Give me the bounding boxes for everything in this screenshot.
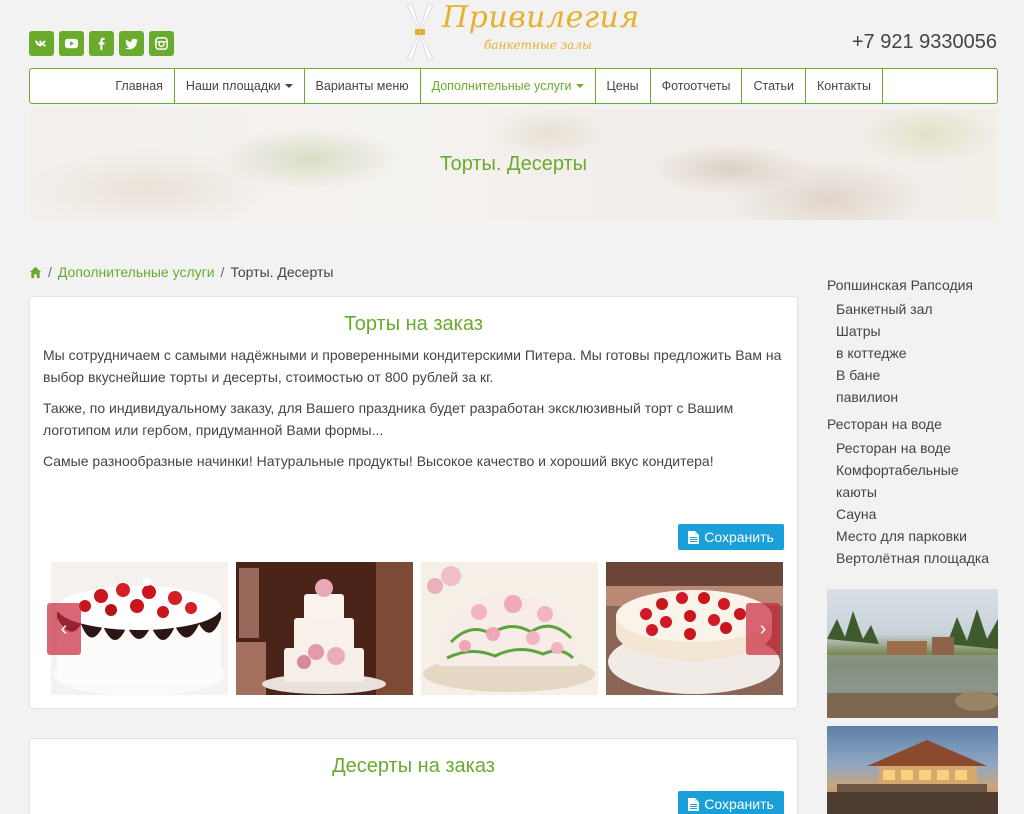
caret-down-icon [575,84,584,88]
sidebar-item[interactable]: в коттедже [827,342,1007,364]
cake-image [421,562,598,695]
document-icon [688,530,700,544]
nav-label: Главная [115,79,163,93]
nav-prices[interactable]: Цены [594,69,650,103]
sidebar-item[interactable]: Сауна [827,503,1007,525]
save-button-label: Сохранить [704,529,774,545]
cake-photo[interactable] [236,562,413,695]
sidebar-item[interactable]: Ресторан на воде [827,437,1007,459]
sidebar-item[interactable]: Место для парковки [827,525,1007,547]
logo-title: Привилегия [442,0,640,35]
nav-venues[interactable]: Наши площадки [173,69,304,103]
nav-label: Варианты меню [315,79,409,93]
gallery-next-button[interactable]: › [746,603,780,655]
twitter-icon[interactable] [119,31,144,56]
nav-label: Наши площадки [185,79,281,93]
nav-articles[interactable]: Статьи [741,69,805,103]
main-nav: Главная Наши площадки Варианты меню Допо… [29,68,998,104]
sidebar-item[interactable]: Комфортабельные каюты [827,459,977,503]
cake-gallery [51,562,785,695]
cake-photo[interactable] [421,562,598,695]
sidebar-group-title[interactable]: Ресторан на воде [827,416,1007,432]
save-button[interactable]: Сохранить [678,791,784,814]
sidebar-item[interactable]: Шатры [827,320,1007,342]
nav-label: Фотоотчеты [661,79,731,93]
panel-title: Торты на заказ [344,313,483,335]
boat-restaurant-image [827,740,998,814]
nav-label: Статьи [753,79,794,93]
breadcrumb-parent-link[interactable]: Дополнительные услуги [58,264,215,280]
breadcrumb-separator: / [220,264,225,280]
cake-image [236,562,413,695]
sidebar-item[interactable]: В бане [827,364,1007,386]
sidebar-venue-photo[interactable] [827,589,998,718]
panel-title: Десерты на заказ [332,755,495,777]
nav-photo-reports[interactable]: Фотоотчеты [649,69,742,103]
phone-number[interactable]: +7 921 9330056 [852,31,997,54]
sidebar-item[interactable]: Вертолётная площадка [827,547,1007,569]
nav-menu-options[interactable]: Варианты меню [303,69,420,103]
gallery-prev-button[interactable]: ‹ [47,603,81,655]
panel-paragraph: Мы сотрудничаем с самыми надёжными и про… [43,347,782,385]
save-button-label: Сохранить [704,796,774,812]
document-icon [688,797,700,811]
desserts-panel: Десерты на заказ Сохранить [29,738,798,814]
sidebar-item[interactable]: Банкетный зал [827,298,1007,320]
sidebar-group-title[interactable]: Ропшинская Рапсодия [827,277,1007,293]
banner-title: Торты. Десерты [439,153,588,175]
nav-extra-services[interactable]: Дополнительные услуги [419,69,595,103]
breadcrumb-separator: / [48,264,52,280]
sidebar: Ропшинская Рапсодия Банкетный зал Шатры … [827,277,1007,577]
instagram-icon[interactable] [149,31,174,56]
page-banner: Торты. Десерты [29,109,998,220]
panel-paragraph: Самые разнообразные начинки! Натуральные… [43,453,714,469]
logo-emblem-icon [406,4,434,60]
breadcrumb-current: Торты. Десерты [230,264,334,280]
logo[interactable]: Привилегия банкетные залы [400,0,639,68]
facebook-icon[interactable] [89,31,114,56]
social-links [29,31,174,56]
youtube-icon[interactable] [59,31,84,56]
breadcrumb: / Дополнительные услуги / Торты. Десерты [29,264,333,280]
nav-home[interactable]: Главная [104,69,174,103]
lake-image [827,609,998,718]
vk-icon[interactable] [29,31,54,56]
nav-label: Цены [606,79,639,93]
sidebar-item[interactable]: павилион [827,386,1007,408]
nav-label: Контакты [817,79,871,93]
logo-subtitle: банкетные залы [484,38,592,52]
sidebar-venue-photo[interactable] [827,726,998,814]
cakes-panel: Торты на заказ Мы сотрудничаем с самыми … [29,296,798,709]
sidebar-group: Ресторан на воде Ресторан на воде Комфор… [827,416,1007,569]
home-icon[interactable] [29,266,42,279]
nav-contacts[interactable]: Контакты [805,69,883,103]
sidebar-group: Ропшинская Рапсодия Банкетный зал Шатры … [827,277,1007,408]
save-button[interactable]: Сохранить [678,524,784,550]
nav-label: Дополнительные услуги [431,79,572,93]
panel-paragraph: Также, по индивидуальному заказу, для Ва… [43,400,734,438]
caret-down-icon [284,84,293,88]
